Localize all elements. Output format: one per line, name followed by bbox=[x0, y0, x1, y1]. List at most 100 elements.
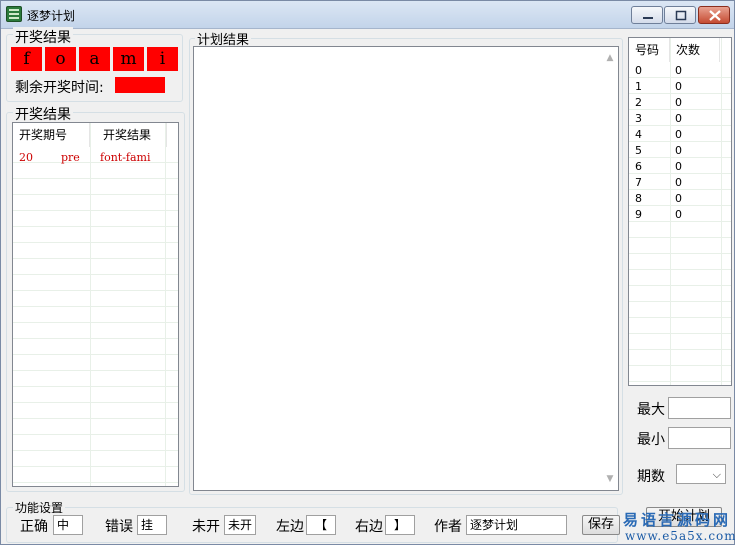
close-icon bbox=[709, 10, 721, 21]
grid-column-line bbox=[670, 38, 671, 385]
grid-column-line bbox=[721, 38, 722, 385]
grid-row-line bbox=[629, 350, 731, 366]
min-input[interactable] bbox=[668, 427, 731, 449]
history-row-mid: pre bbox=[61, 151, 80, 164]
grid-column-line bbox=[165, 123, 166, 486]
watermark-cn: 易语言源码网 bbox=[623, 511, 732, 529]
period-select[interactable]: ⌵ bbox=[676, 464, 726, 484]
grid-row-line bbox=[13, 355, 178, 371]
draw-ball-3: a bbox=[79, 47, 110, 71]
grid-row-line bbox=[629, 318, 731, 334]
history-col-period[interactable]: 开奖期号 bbox=[13, 123, 90, 147]
stats-number: 3 bbox=[635, 112, 642, 125]
grid-row-line bbox=[629, 302, 731, 318]
grid-row-line bbox=[629, 366, 731, 382]
grid-row-line bbox=[629, 270, 731, 286]
stats-count: 0 bbox=[675, 96, 682, 109]
grid-row-line bbox=[13, 163, 178, 179]
history-group-label: 开奖结果 bbox=[13, 104, 73, 124]
minimize-button[interactable] bbox=[631, 6, 663, 24]
scroll-down-icon[interactable]: ▼ bbox=[605, 474, 615, 484]
grid-row-line bbox=[629, 238, 731, 254]
stats-number: 5 bbox=[635, 144, 642, 157]
grid-row-line bbox=[13, 275, 178, 291]
minimize-icon bbox=[643, 17, 653, 19]
scroll-up-icon[interactable]: ▲ bbox=[605, 53, 615, 63]
draw-ball-4: m bbox=[113, 47, 144, 71]
draw-result-group-label: 开奖结果 bbox=[13, 27, 73, 47]
stats-number: 4 bbox=[635, 128, 642, 141]
grid-row-line bbox=[13, 307, 178, 323]
stats-count: 0 bbox=[675, 192, 682, 205]
stats-list[interactable]: 号码 次数 0 0 1 0 2 0 3 0 4 0 5 0 6 0 7 0 8 0 9 0 bbox=[628, 37, 732, 386]
wrong-label: 错误 bbox=[105, 519, 133, 535]
stats-number: 8 bbox=[635, 192, 642, 205]
min-label: 最小 bbox=[637, 432, 665, 448]
close-button[interactable] bbox=[698, 6, 730, 24]
wrong-input[interactable]: 挂 bbox=[137, 515, 167, 535]
max-input[interactable] bbox=[668, 397, 731, 419]
author-input[interactable]: 逐梦计划 bbox=[466, 515, 567, 535]
grid-row-line bbox=[629, 334, 731, 350]
app-window: 逐梦计划 开奖结果 f o a m i 剩余开奖时间: 开奖结果 开奖期号 开奖… bbox=[0, 0, 735, 545]
grid-row-line bbox=[13, 435, 178, 451]
stats-number: 2 bbox=[635, 96, 642, 109]
grid-row-line bbox=[629, 286, 731, 302]
grid-row-line bbox=[13, 339, 178, 355]
stats-count: 0 bbox=[675, 144, 682, 157]
grid-row-line bbox=[13, 195, 178, 211]
stats-count: 0 bbox=[675, 128, 682, 141]
stats-number: 1 bbox=[635, 80, 642, 93]
grid-row-line bbox=[13, 403, 178, 419]
countdown-label: 剩余开奖时间: bbox=[15, 80, 104, 96]
stats-count: 0 bbox=[675, 80, 682, 93]
left-input[interactable]: 【 bbox=[306, 515, 336, 535]
grid-row-line bbox=[13, 211, 178, 227]
right-label: 右边 bbox=[355, 519, 383, 535]
grid-row-line bbox=[629, 254, 731, 270]
grid-row-line bbox=[13, 291, 178, 307]
grid-row-line bbox=[13, 179, 178, 195]
grid-row-line bbox=[13, 323, 178, 339]
settings-group-label: 功能设置 bbox=[13, 499, 66, 516]
stats-count: 0 bbox=[675, 176, 682, 189]
watermark-logo: 易语言源码网 www.e5a5x.com bbox=[619, 509, 735, 545]
stats-number: 7 bbox=[635, 176, 642, 189]
grid-row-line bbox=[13, 451, 178, 467]
grid-row-line bbox=[13, 419, 178, 435]
watermark-url: www.e5a5x.com bbox=[625, 529, 735, 543]
stats-col-count[interactable]: 次数 bbox=[670, 38, 720, 62]
stats-count: 0 bbox=[675, 208, 682, 221]
right-input[interactable]: 】 bbox=[385, 515, 415, 535]
grid-row-line bbox=[13, 483, 178, 486]
correct-label: 正确 bbox=[20, 519, 48, 535]
left-label: 左边 bbox=[276, 519, 304, 535]
grid-row-line bbox=[13, 227, 178, 243]
stats-count: 0 bbox=[675, 160, 682, 173]
draw-ball-2: o bbox=[45, 47, 76, 71]
title-bar[interactable]: 逐梦计划 bbox=[1, 1, 734, 29]
history-list[interactable]: 开奖期号 开奖结果 20 pre font-fami bbox=[12, 122, 179, 487]
stats-col-number[interactable]: 号码 bbox=[629, 38, 670, 62]
countdown-display bbox=[115, 77, 165, 93]
plan-result-textarea[interactable]: ▲ ▼ bbox=[193, 46, 619, 491]
chevron-down-icon: ⌵ bbox=[712, 468, 721, 481]
notopen-label: 未开 bbox=[192, 519, 220, 535]
correct-input[interactable]: 中 bbox=[53, 515, 83, 535]
grid-column-line bbox=[90, 123, 91, 486]
draw-ball-1: f bbox=[11, 47, 42, 71]
maximize-button[interactable] bbox=[664, 6, 696, 24]
stats-number: 9 bbox=[635, 208, 642, 221]
maximize-icon bbox=[675, 10, 687, 21]
author-label: 作者 bbox=[434, 519, 462, 535]
stats-number: 0 bbox=[635, 64, 642, 77]
save-button[interactable]: 保存 bbox=[582, 515, 620, 535]
history-row-period: 20 bbox=[19, 151, 33, 164]
grid-row-line bbox=[629, 222, 731, 238]
stats-count: 0 bbox=[675, 64, 682, 77]
app-icon bbox=[6, 6, 22, 22]
grid-row-line bbox=[13, 259, 178, 275]
notopen-input[interactable]: 未开 bbox=[224, 515, 256, 535]
history-row-result: font-fami bbox=[100, 151, 151, 164]
history-col-result[interactable]: 开奖结果 bbox=[97, 123, 167, 147]
